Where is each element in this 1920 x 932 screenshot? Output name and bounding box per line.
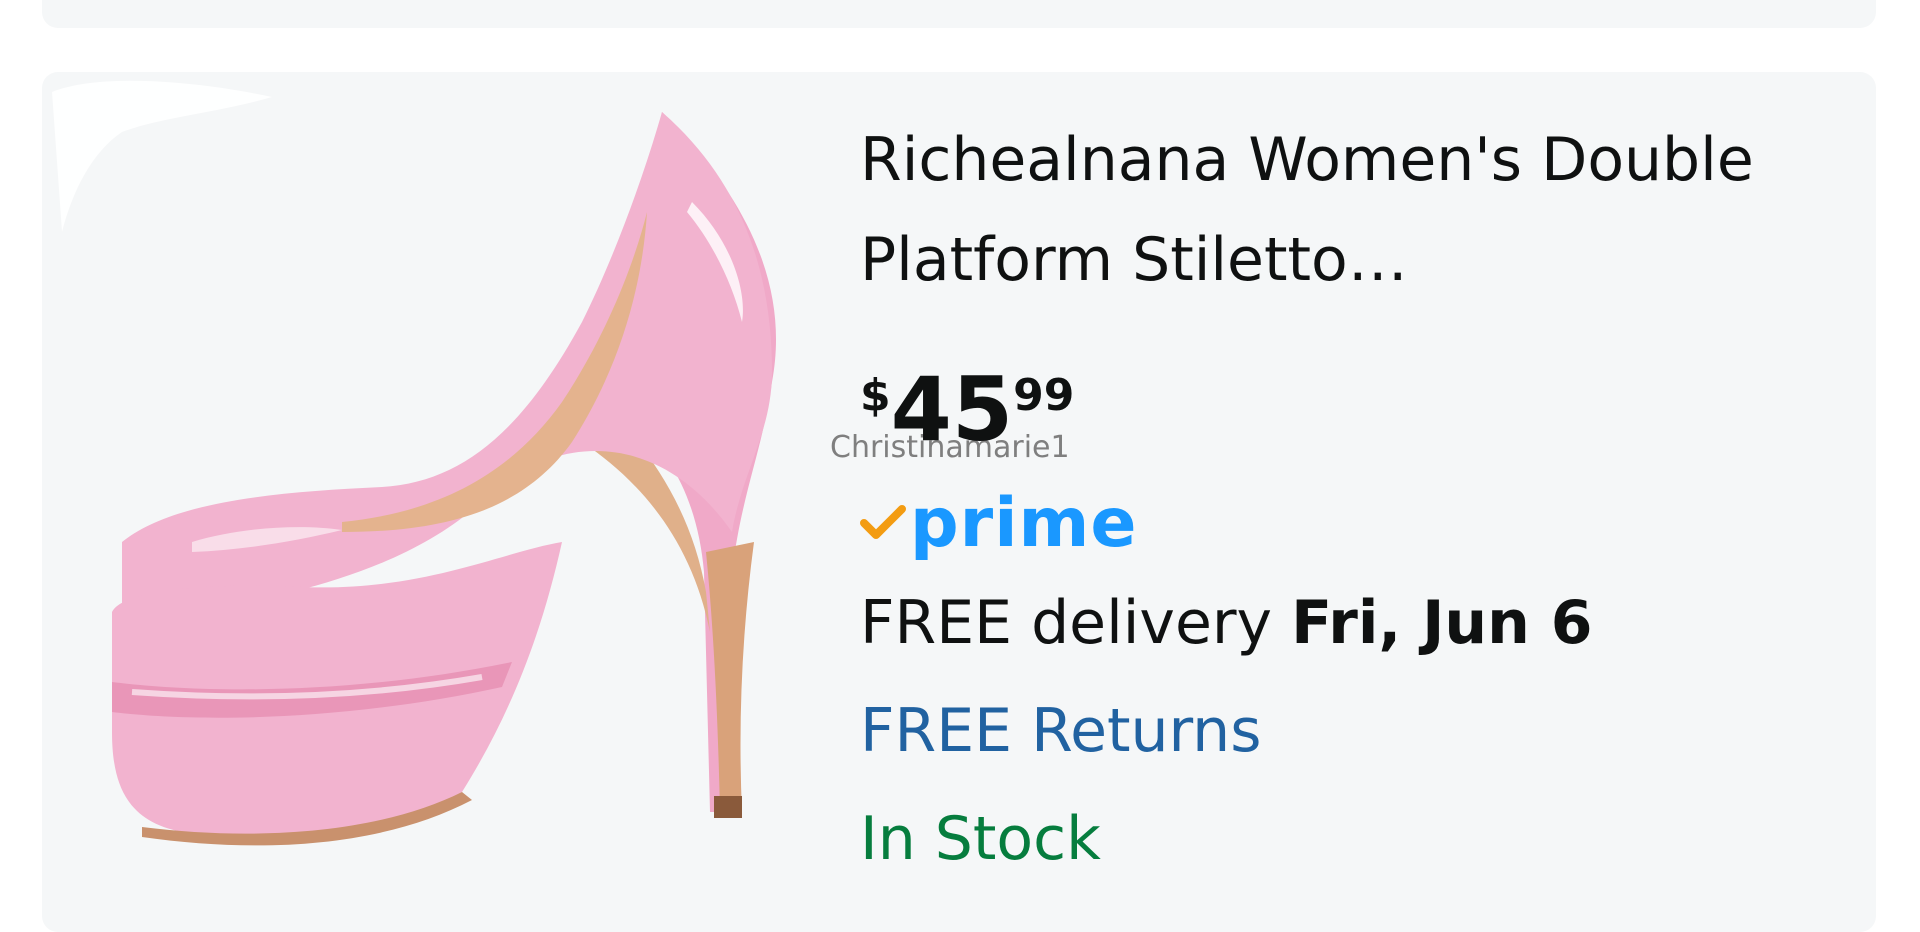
product-price: $4599 bbox=[860, 360, 1074, 470]
product-image[interactable] bbox=[42, 72, 802, 896]
product-details: Richealnana Women's Double Platform Stil… bbox=[860, 110, 1860, 874]
prime-check-icon bbox=[860, 505, 906, 539]
price-fraction: 99 bbox=[1013, 370, 1075, 421]
previous-product-card[interactable] bbox=[42, 0, 1876, 28]
shoe-image bbox=[52, 80, 777, 846]
delivery-prefix: FREE delivery bbox=[860, 588, 1292, 658]
stock-status: In Stock bbox=[860, 804, 1101, 874]
price-symbol: $ bbox=[860, 370, 891, 421]
price-whole: 45 bbox=[890, 358, 1014, 461]
prime-label: prime bbox=[910, 483, 1138, 563]
product-title[interactable]: Richealnana Women's Double Platform Stil… bbox=[860, 110, 1860, 310]
delivery-info: FREE delivery Fri, Jun 6 bbox=[860, 588, 1593, 658]
free-returns-link[interactable]: FREE Returns bbox=[860, 696, 1261, 766]
delivery-date: Fri, Jun 6 bbox=[1291, 588, 1593, 658]
prime-badge: prime bbox=[860, 478, 1138, 568]
